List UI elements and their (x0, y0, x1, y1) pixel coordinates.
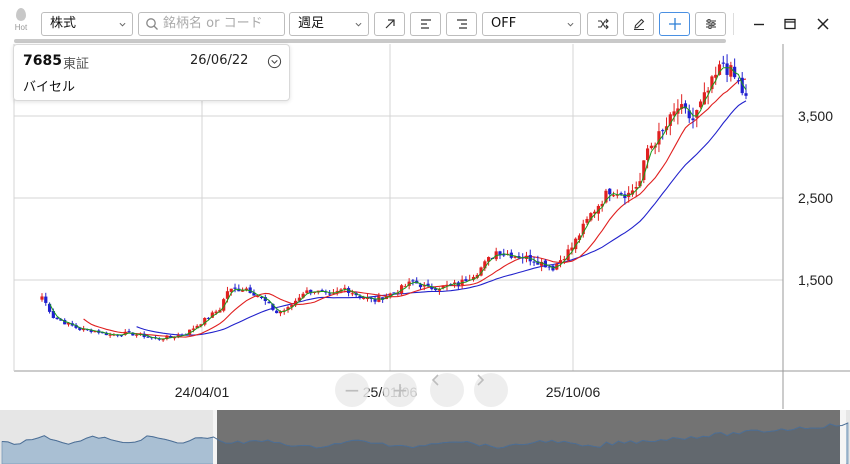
navigator-handle-right (840, 410, 846, 464)
trendline-button[interactable] (374, 12, 405, 36)
minimize-icon (754, 23, 764, 26)
date-label-3: 25/10/06 (545, 384, 601, 400)
candle-body (411, 280, 415, 282)
search-input[interactable]: 銘柄名 or コード (138, 12, 285, 36)
candle-body (127, 331, 131, 333)
candle-body (608, 188, 612, 195)
candle-body (256, 296, 260, 298)
toolbar: Hot 株式 銘柄名 or コード 週足 OFF (0, 0, 850, 43)
candle-body (558, 260, 563, 263)
chevron-down-icon (119, 22, 126, 27)
zoom-out-button[interactable]: − (335, 373, 369, 407)
chevron-down-icon (355, 22, 362, 27)
price-label-1500: 1,500 (797, 272, 833, 288)
candle-body (619, 193, 623, 195)
candle-body (40, 296, 44, 300)
price-label-3500: 3,500 (797, 108, 833, 124)
stock-code: 7685 (23, 53, 62, 69)
maximize-icon (784, 18, 796, 30)
candle-body (328, 293, 332, 295)
market-select-value: 株式 (50, 16, 77, 31)
candle-body (362, 297, 366, 299)
indicator-select[interactable]: OFF (482, 12, 581, 36)
candle-body (275, 310, 279, 314)
minus-icon: − (343, 378, 361, 402)
hot-label: Hot (14, 23, 28, 32)
shuffle-button[interactable] (587, 12, 618, 36)
chevron-left-icon (431, 374, 439, 386)
candle-body (661, 130, 665, 132)
candle-body (350, 293, 354, 295)
chevron-down-icon (567, 22, 574, 27)
scroll-right-button[interactable] (474, 373, 508, 407)
candle-body (736, 80, 741, 82)
arrow-up-right-icon (385, 19, 395, 29)
hot-button[interactable]: Hot (8, 8, 34, 38)
search-placeholder: 銘柄名 or コード (163, 16, 263, 31)
chevron-right-icon (477, 374, 485, 386)
candle-body (108, 334, 112, 336)
candle-body (721, 62, 725, 64)
flame-icon (16, 8, 26, 21)
candle-body (464, 279, 468, 282)
align-left-button[interactable] (410, 12, 441, 36)
candle-body (698, 101, 703, 108)
ma-short-line (49, 67, 747, 340)
sliders-icon (705, 19, 716, 29)
draw-button[interactable] (623, 12, 654, 36)
maximize-button[interactable] (780, 14, 800, 34)
minimize-button[interactable] (749, 14, 769, 34)
chevron-circle-down-icon[interactable] (267, 54, 282, 69)
date-label-1: 24/04/01 (174, 384, 230, 400)
range-navigator[interactable] (0, 410, 850, 464)
market-select[interactable]: 株式 (41, 12, 133, 36)
search-icon (146, 18, 158, 30)
candle-body (649, 145, 653, 149)
candle-body (305, 290, 309, 294)
period-select[interactable]: 週足 (289, 12, 369, 36)
candle-body (44, 296, 48, 303)
candle-body (729, 65, 733, 77)
navigator-canvas[interactable] (0, 410, 850, 464)
mamid (83, 78, 747, 338)
scroll-left-button[interactable] (430, 373, 464, 407)
mashort (49, 67, 747, 340)
candle-body (55, 317, 59, 320)
settings-button[interactable] (695, 12, 726, 36)
align-right-icon (456, 19, 467, 29)
candle-body (691, 118, 695, 121)
toolbar-divider (733, 13, 734, 35)
stock-info-box: 7685 東証 26/06/22 バイセル (13, 44, 290, 101)
info-date: 26/06/22 (190, 53, 249, 68)
navigator-selection (217, 410, 840, 464)
candle-body (135, 334, 139, 336)
candle-body (585, 218, 589, 223)
zoom-in-button[interactable]: + (383, 373, 417, 407)
stock-name: バイセル (23, 80, 76, 95)
price-label-2500: 2,500 (797, 190, 833, 206)
toolbar-scrollbar[interactable] (14, 39, 726, 43)
shuffle-icon (597, 18, 609, 30)
stock-market: 東証 (63, 57, 90, 72)
candle-body (233, 287, 237, 289)
period-select-value: 週足 (298, 16, 325, 31)
candle-body (611, 195, 616, 197)
candle-body (725, 63, 729, 75)
crosshair-icon (668, 18, 681, 30)
candle-body (744, 93, 748, 96)
indicator-select-value: OFF (491, 16, 517, 31)
close-button[interactable] (813, 14, 833, 34)
align-right-button[interactable] (446, 12, 477, 36)
plus-icon: + (391, 378, 409, 402)
pencil-icon (633, 18, 644, 31)
align-left-icon (420, 19, 431, 29)
crosshair-button[interactable] (659, 12, 690, 36)
ma-mid-line (83, 78, 747, 338)
candle-body (343, 287, 347, 289)
close-icon (817, 18, 829, 30)
candle-body (532, 261, 536, 263)
